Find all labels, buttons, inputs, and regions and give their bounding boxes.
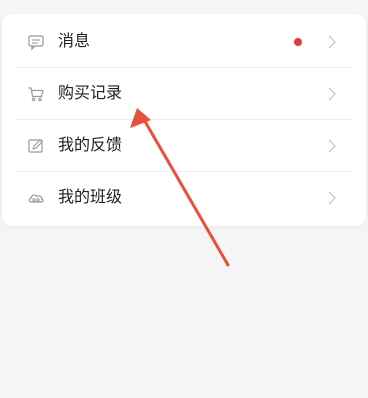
menu-item-label: 我的班级: [58, 187, 123, 206]
chevron-right-icon: [328, 139, 336, 153]
menu-item-label: 我的反馈: [58, 135, 123, 154]
chevron-right-icon: [328, 191, 336, 205]
edit-icon: [28, 139, 43, 153]
unread-badge: [294, 38, 302, 46]
cart-icon: [28, 87, 44, 102]
chevron-right-icon: [328, 35, 336, 49]
menu-item-label: 购买记录: [58, 83, 123, 102]
chevron-right-icon: [328, 87, 336, 101]
cloud-group-icon: [28, 194, 44, 203]
menu-item-purchases[interactable]: 购买记录: [2, 68, 366, 120]
menu-card: 消息 购买记录 我的反馈 我的班级: [2, 14, 366, 226]
message-icon: [28, 35, 44, 51]
menu-item-feedback[interactable]: 我的反馈: [2, 120, 366, 172]
menu-item-label: 消息: [58, 31, 91, 50]
menu-item-classes[interactable]: 我的班级: [2, 172, 366, 224]
menu-item-messages[interactable]: 消息: [2, 16, 366, 68]
